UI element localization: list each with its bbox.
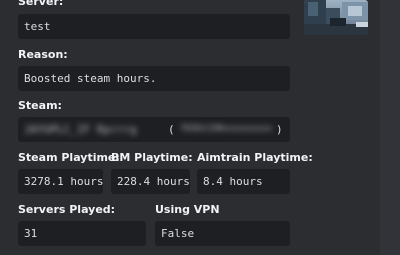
server-label: Server: <box>18 0 64 8</box>
steam-open-paren: ( <box>168 123 175 136</box>
bm-playtime-value: 228.4 hours <box>111 169 190 194</box>
steam-value[interactable]: JAYUPLC_IF Rprrrg ( 76561198xxxxxxxxx ) <box>18 117 290 142</box>
ban-embed: Server: test Reason: Boosted steam hours… <box>0 0 380 255</box>
thumbnail-image-icon <box>304 0 368 35</box>
bm-playtime-label: BM Playtime: <box>111 151 193 164</box>
aimtrain-playtime-label: Aimtrain Playtime: <box>197 151 313 164</box>
using-vpn-label: Using VPN <box>155 203 220 216</box>
servers-played-label: Servers Played: <box>18 203 116 216</box>
chat-scroll-gutter <box>380 0 400 255</box>
reason-label: Reason: <box>18 48 68 61</box>
steam-id-redacted: 76561198xxxxxxxxx <box>180 124 273 134</box>
server-value: test <box>18 14 290 39</box>
servers-played-value: 31 <box>18 221 146 246</box>
steam-close-paren: ) <box>276 123 283 136</box>
steam-playtime-value: 3278.1 hours <box>18 169 103 194</box>
embed-thumbnail[interactable] <box>304 0 368 35</box>
reason-value: Boosted steam hours. <box>18 66 290 91</box>
steam-label: Steam: <box>18 99 62 112</box>
steam-playtime-label: Steam Playtime: <box>18 151 120 164</box>
using-vpn-value: False <box>155 221 290 246</box>
aimtrain-playtime-value: 8.4 hours <box>197 169 290 194</box>
steam-name-redacted: JAYUPLC_IF Rprrrg <box>24 123 137 136</box>
